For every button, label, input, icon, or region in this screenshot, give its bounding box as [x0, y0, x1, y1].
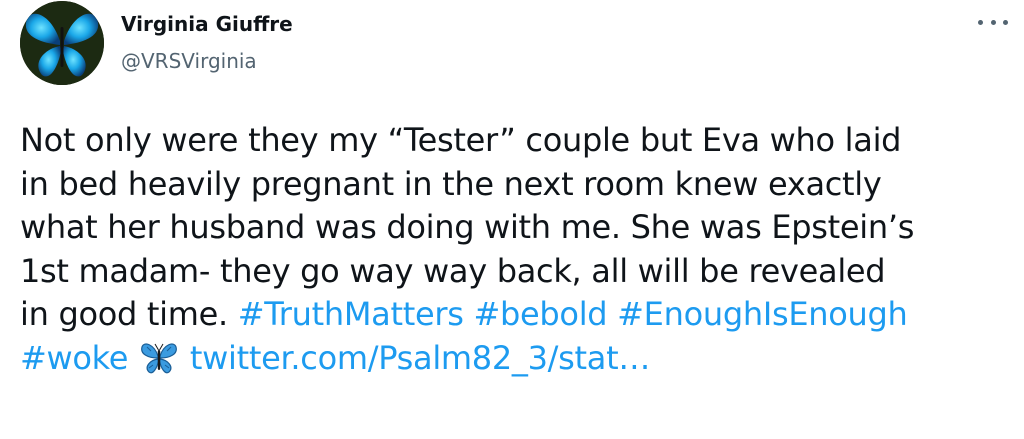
tweet-text-line: in good time. #TruthMatters #bebold #Eno…	[20, 293, 1015, 337]
tweet-text-line: in bed heavily pregnant in the next room…	[20, 164, 882, 203]
tweet-link[interactable]: twitter.com/Psalm82_3/stat…	[190, 339, 650, 377]
tweet-text-line: what her husband was doing with me. She …	[20, 208, 915, 246]
hashtag-bebold[interactable]: #bebold	[473, 295, 607, 333]
more-options-icon[interactable]	[978, 12, 1008, 32]
tweet-text-line: Not only were they my “Tester” couple bu…	[20, 121, 902, 159]
avatar[interactable]	[20, 1, 104, 85]
dot	[990, 19, 996, 25]
dot	[1003, 19, 1008, 25]
display-name[interactable]: Virginia Giuffre	[121, 11, 293, 37]
user-handle[interactable]: @VRSVirginia	[121, 48, 257, 74]
tweet-text-segment: in good time.	[20, 295, 238, 333]
hashtag-enoughisenough[interactable]: #EnoughIsEnough	[617, 295, 908, 333]
tweet-text-line: #woke twitter.com/Psalm82_3/stat…	[20, 337, 1015, 381]
tweet: Virginia Giuffre @VRSVirginia Not only w…	[0, 0, 1024, 439]
hashtag-truthmatters[interactable]: #TruthMatters	[238, 295, 464, 333]
hashtag-woke[interactable]: #woke	[20, 339, 128, 377]
tweet-text: Not only were they my “Tester” couple bu…	[20, 119, 1015, 380]
tweet-text-line: 1st madam- they go way way back, all wil…	[20, 251, 886, 290]
butterfly-emoji-icon	[141, 342, 177, 373]
butterfly-avatar-icon	[20, 1, 104, 85]
dot	[978, 19, 983, 25]
